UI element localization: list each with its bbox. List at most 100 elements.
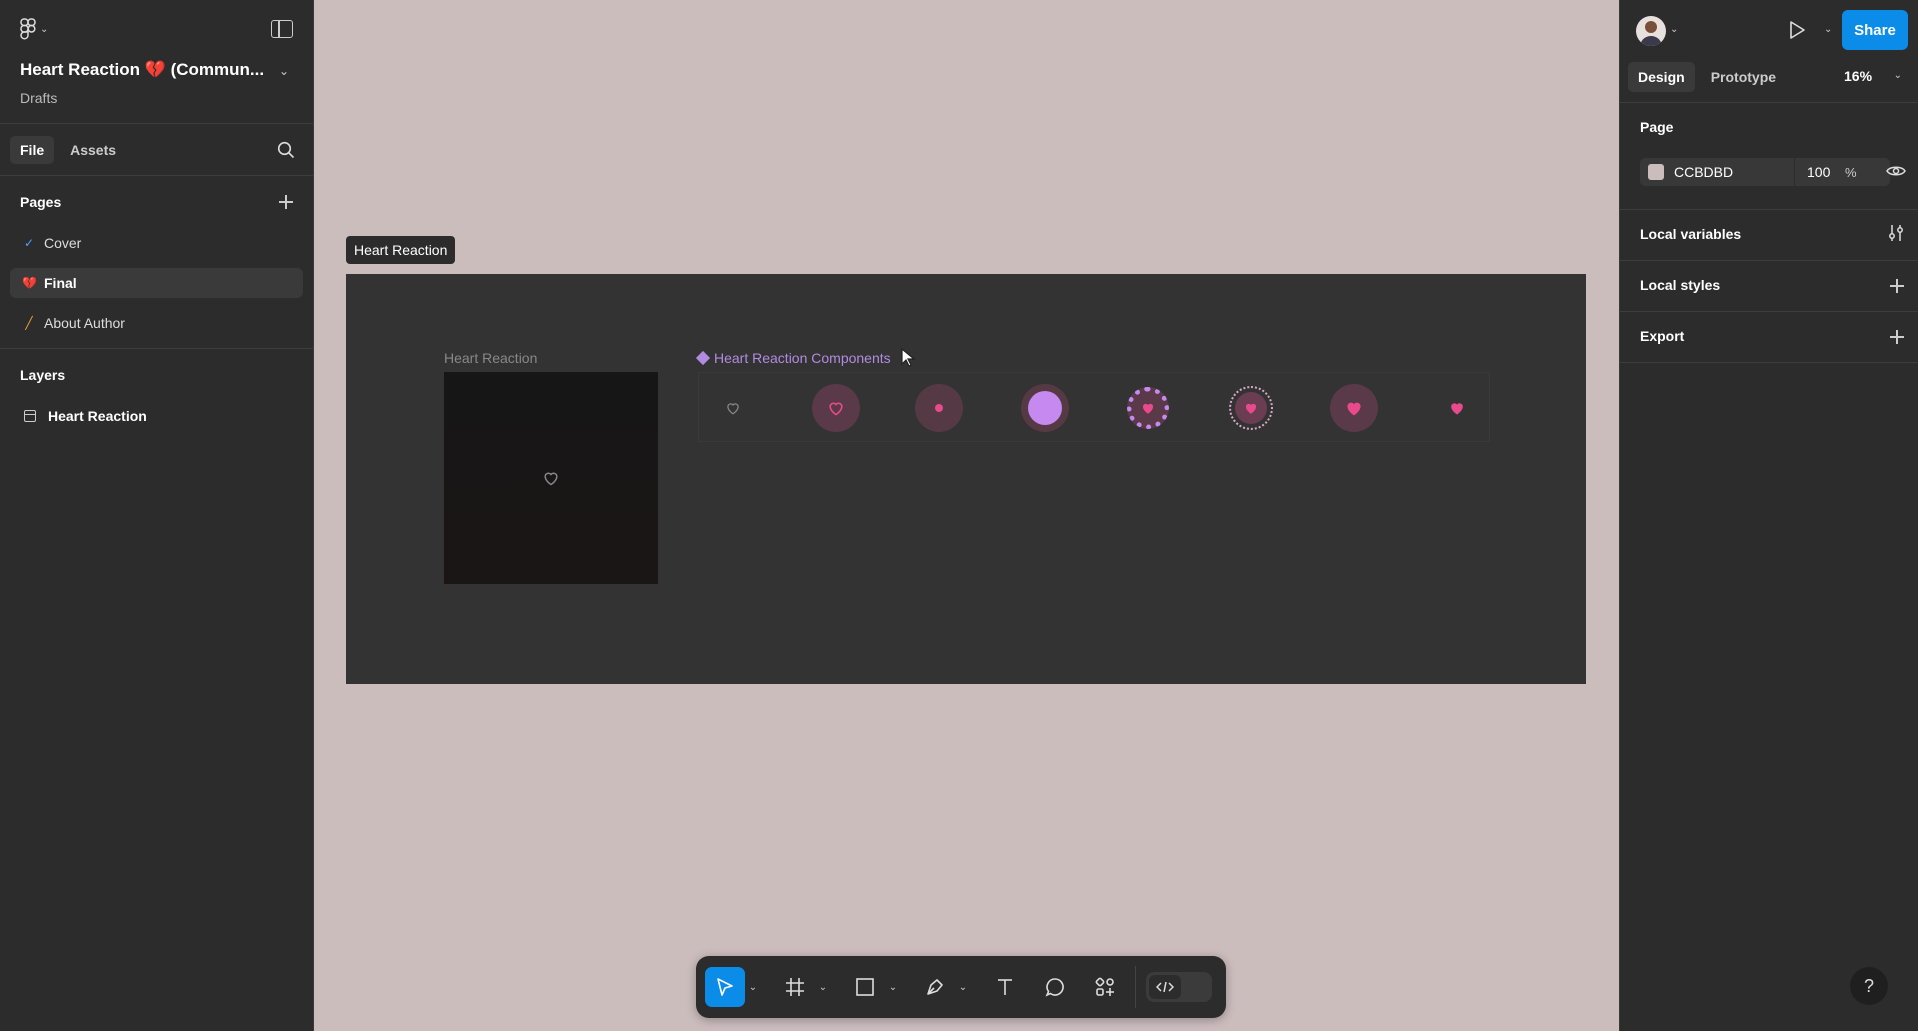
page-item-about-author[interactable]: ╱ About Author: [10, 308, 303, 338]
heart-component-burst[interactable]: [1021, 384, 1069, 432]
chevron-down-icon[interactable]: ⌄: [815, 982, 831, 993]
heart-component-outline[interactable]: [709, 384, 757, 432]
dot-icon: [935, 404, 943, 412]
layer-label: Heart Reaction: [48, 408, 147, 424]
ring-icon: [1127, 387, 1169, 429]
pages-heading: Pages: [20, 194, 62, 210]
bottom-toolbar: ⌄ ⌄ ⌄ ⌄: [696, 956, 1226, 1018]
play-icon[interactable]: [1788, 20, 1806, 40]
chevron-down-icon[interactable]: ⌄: [745, 982, 761, 993]
pages-header: Pages: [0, 176, 313, 228]
heart-component-ring[interactable]: [1124, 384, 1172, 432]
actions-tool-button[interactable]: [1085, 967, 1125, 1007]
pen-tool-button[interactable]: [915, 967, 955, 1007]
file-title[interactable]: Heart Reaction 💔 (Commun...: [20, 60, 264, 80]
move-tool-button[interactable]: [705, 967, 745, 1007]
add-export-plus-icon[interactable]: [1890, 330, 1904, 344]
page-label: Final: [44, 275, 77, 291]
share-button[interactable]: Share: [1842, 10, 1908, 50]
export-heading[interactable]: Export: [1640, 328, 1684, 344]
divider: [1620, 362, 1918, 363]
add-page-plus-icon[interactable]: [279, 195, 293, 209]
toolbar-divider: [1135, 966, 1136, 1008]
sidebar-toggle-icon[interactable]: [271, 20, 293, 38]
file-header: ⌄ Heart Reaction 💔 (Commun... ⌄ Drafts: [0, 0, 313, 124]
dev-mode-toggle[interactable]: [1146, 972, 1212, 1002]
page-label: Cover: [44, 235, 82, 251]
right-panel: ⌄ ⌄ Share Design Prototype 16% ⌄ Page CC…: [1619, 0, 1918, 1031]
help-button[interactable]: ?: [1850, 967, 1888, 1005]
divider: [1620, 260, 1918, 261]
text-icon: [998, 979, 1012, 995]
heart-component-hover[interactable]: [812, 384, 860, 432]
components-strip[interactable]: [698, 372, 1490, 442]
heart-preview[interactable]: [444, 372, 658, 584]
tab-assets[interactable]: Assets: [60, 136, 126, 164]
text-tool-button[interactable]: [985, 967, 1025, 1007]
hex-value[interactable]: CCBDBD: [1674, 164, 1794, 180]
tab-design[interactable]: Design: [1628, 62, 1695, 92]
heart-component-filled[interactable]: [1433, 384, 1481, 432]
heart-outline-icon: [727, 403, 739, 415]
variables-sliders-icon[interactable]: [1888, 224, 1904, 242]
page-color-field[interactable]: CCBDBD 100 %: [1640, 158, 1890, 186]
heart-filled-icon: [1451, 403, 1463, 415]
local-variables-heading[interactable]: Local variables: [1640, 226, 1741, 242]
frame-tool-button[interactable]: [775, 967, 815, 1007]
heart-component-filled-bg[interactable]: [1330, 384, 1378, 432]
right-tabs: Design Prototype: [1628, 62, 1786, 92]
zoom-level[interactable]: 16%: [1844, 68, 1872, 84]
heart-component-dot[interactable]: [915, 384, 963, 432]
heart-filled-icon: [1347, 402, 1361, 416]
opacity-value[interactable]: 100: [1807, 164, 1837, 180]
page-item-cover[interactable]: ✓ Cover: [10, 228, 303, 258]
heart-filled-icon: [1245, 403, 1257, 414]
file-location[interactable]: Drafts: [20, 90, 57, 106]
divider: [1620, 102, 1918, 103]
sparkle-ring-icon: [1229, 386, 1273, 430]
heart-reaction-frame[interactable]: Heart Reaction Heart Reaction Components: [346, 274, 1586, 684]
pen-icon: [927, 979, 943, 995]
chevron-down-icon[interactable]: ⌄: [1670, 24, 1678, 35]
broken-heart-icon: 💔: [22, 276, 37, 290]
mouse-cursor-icon: [901, 348, 916, 367]
comment-icon: [1045, 978, 1064, 997]
pointer-icon: [717, 978, 733, 996]
layers-heading: Layers: [20, 367, 66, 383]
add-style-plus-icon[interactable]: [1890, 279, 1904, 293]
color-swatch[interactable]: [1648, 164, 1664, 180]
search-icon[interactable]: [277, 141, 295, 159]
chevron-down-icon[interactable]: ⌄: [1824, 24, 1832, 35]
main-menu-button[interactable]: ⌄: [20, 18, 48, 40]
chevron-down-icon: ⌄: [40, 23, 49, 35]
layer-item-heart-reaction[interactable]: Heart Reaction: [0, 401, 313, 431]
chevron-down-icon[interactable]: ⌄: [1894, 70, 1902, 81]
check-icon: ✓: [23, 236, 35, 250]
tab-prototype[interactable]: Prototype: [1701, 62, 1786, 92]
canvas[interactable]: Heart Reaction Heart Reaction Heart Reac…: [314, 0, 1619, 1031]
tab-file[interactable]: File: [10, 135, 55, 164]
field-divider: [1794, 158, 1795, 186]
chevron-down-icon[interactable]: ⌄: [955, 982, 971, 993]
heart-component-sparkle[interactable]: [1227, 384, 1275, 432]
chevron-down-icon[interactable]: ⌄: [279, 64, 289, 78]
hash-frame-icon: [786, 978, 804, 996]
percent-unit: %: [1845, 164, 1857, 180]
divider: [1620, 209, 1918, 210]
user-avatar[interactable]: [1636, 16, 1666, 46]
page-label: About Author: [44, 315, 125, 331]
local-styles-heading[interactable]: Local styles: [1640, 277, 1720, 293]
divider: [1620, 311, 1918, 312]
circle-burst-icon: [1028, 391, 1062, 425]
chevron-down-icon[interactable]: ⌄: [885, 982, 901, 993]
shape-tool-button[interactable]: [845, 967, 885, 1007]
heart-outline-icon: [544, 472, 558, 486]
rectangle-icon: [856, 978, 874, 996]
page-item-final[interactable]: 💔 Final: [10, 268, 303, 298]
frame-label[interactable]: Heart Reaction: [346, 236, 456, 264]
pencil-icon: ╱: [25, 316, 33, 330]
frame-icon: [24, 410, 36, 422]
eye-icon[interactable]: [1886, 164, 1906, 178]
components-label: Heart Reaction Components: [695, 350, 891, 366]
comment-tool-button[interactable]: [1035, 967, 1075, 1007]
